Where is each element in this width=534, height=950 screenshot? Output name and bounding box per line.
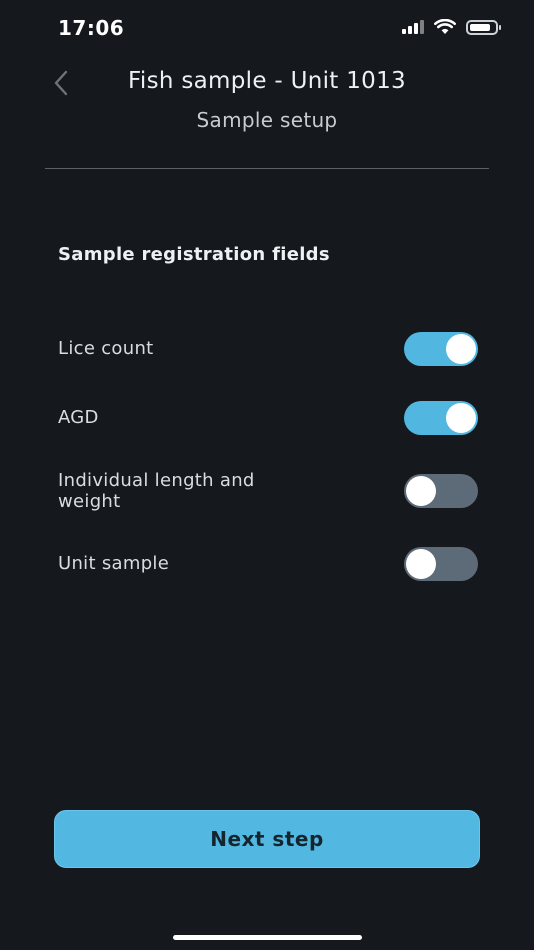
status-time: 17:06 — [58, 16, 125, 40]
header: Fish sample - Unit 1013 Sample setup — [0, 58, 534, 170]
field-row-individual-length-weight: Individual length and weight — [58, 470, 478, 514]
page-title: Fish sample - Unit 1013 — [128, 68, 406, 94]
status-icons — [402, 19, 501, 35]
wifi-icon — [434, 19, 456, 34]
cellular-signal-icon — [402, 20, 424, 34]
page-subtitle: Sample setup — [196, 108, 338, 132]
lice-count-toggle[interactable] — [404, 332, 478, 366]
section-title: Sample registration fields — [58, 244, 330, 265]
home-indicator[interactable] — [173, 935, 362, 940]
unit-sample-toggle[interactable] — [404, 547, 478, 581]
field-row-unit-sample: Unit sample — [58, 547, 478, 583]
status-bar: 17:06 — [0, 0, 534, 58]
agd-toggle[interactable] — [404, 401, 478, 435]
battery-icon — [466, 19, 501, 35]
field-label: Lice count — [58, 338, 154, 359]
field-label: Individual length and weight — [58, 470, 255, 512]
field-label: Unit sample — [58, 553, 170, 574]
individual-length-weight-toggle[interactable] — [404, 474, 478, 508]
next-step-button[interactable]: Next step — [54, 810, 480, 868]
field-row-agd: AGD — [58, 401, 478, 437]
field-row-lice-count: Lice count — [58, 332, 478, 368]
header-divider — [45, 168, 489, 169]
field-label: AGD — [58, 407, 99, 428]
